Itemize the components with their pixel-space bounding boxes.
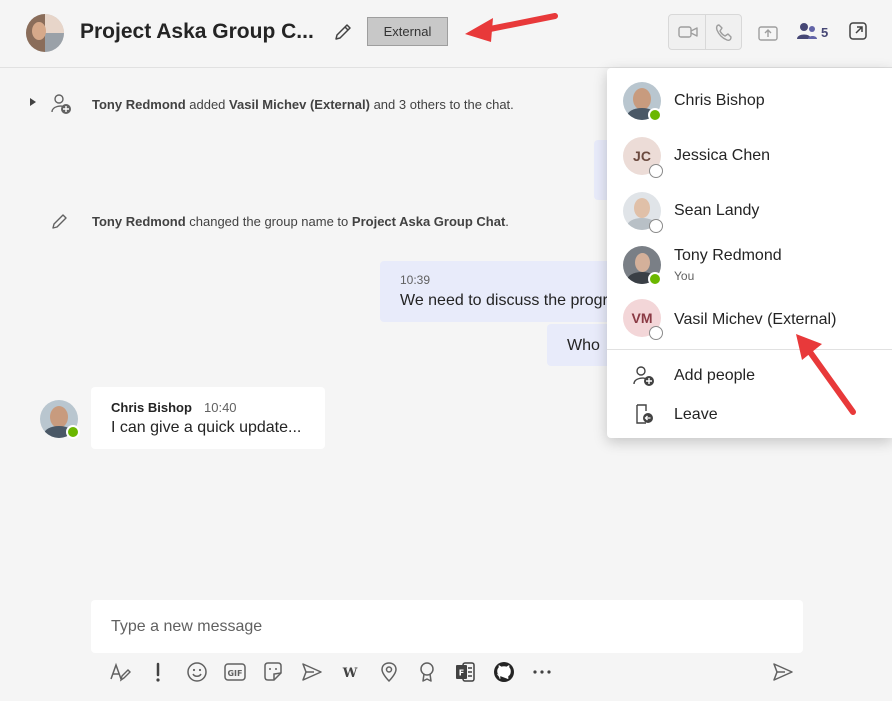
participants-button[interactable]: 5 [795,18,835,46]
group-avatar-face [32,22,46,40]
important-icon[interactable] [146,660,170,684]
add-people-icon[interactable] [633,365,655,387]
event-added-members: Tony Redmond added Vasil Michev (Externa… [92,97,514,112]
praise-icon[interactable] [415,660,439,684]
chat-title[interactable]: Project Aska Group C... [80,20,314,44]
event-verb: added [189,97,226,112]
presence-offline-icon [649,326,663,340]
more-options-icon[interactable] [530,660,554,684]
presence-offline-icon [649,219,663,233]
event-suffix: . [505,214,509,229]
share-screen-icon[interactable] [757,23,779,43]
call-button-group [668,14,742,50]
pop-out-icon[interactable] [847,20,869,42]
schedule-meeting-icon[interactable] [300,660,324,684]
participant-count: 5 [821,24,829,40]
rename-event-icon [52,214,67,229]
emoji-icon[interactable] [185,660,209,684]
svg-text:W: W [342,666,358,681]
call-group-divider [705,15,706,49]
message-text: I can give a quick update... [111,419,302,436]
group-avatar-segment [45,33,64,52]
people-icon [797,23,817,39]
video-call-icon[interactable] [677,22,699,42]
event-renamed-chat: Tony Redmond changed the group name to P… [92,214,509,229]
svg-text:F: F [459,669,464,678]
forms-icon[interactable]: F [453,660,477,684]
annotation-arrow-icon [796,334,856,415]
message-bubble-mine[interactable]: 10:39 We need to discuss the progress [380,261,620,322]
event-actor[interactable]: Tony Redmond [92,97,186,112]
avatar-face [635,253,650,272]
participant-row[interactable]: Tony Redmond You [607,240,892,292]
event-actor[interactable]: Tony Redmond [92,214,186,229]
sticker-icon[interactable] [261,660,285,684]
event-target[interactable]: Vasil Michev (External) [229,97,370,112]
wiki-icon[interactable]: W [338,660,362,684]
leave-icon[interactable] [633,403,655,425]
participant-name: Vasil Michev (External) [674,311,837,328]
participant-you-label: You [674,269,695,283]
group-avatar-segment [45,14,64,33]
presence-available-icon [66,425,80,439]
github-icon[interactable] [492,660,516,684]
leave-button[interactable]: Leave [674,406,718,424]
external-badge: External [367,17,448,46]
avatar-face [633,88,651,110]
message-sender[interactable]: Chris Bishop [111,400,192,415]
annotation-arrow-icon [465,13,558,42]
participant-name: Tony Redmond [674,247,782,264]
format-icon[interactable] [108,660,132,684]
message-time: 10:40 [204,400,237,415]
add-person-event-icon [51,94,71,114]
add-people-button[interactable]: Add people [674,367,755,385]
message-input[interactable] [91,600,803,653]
participant-row[interactable]: Sean Landy [607,186,892,238]
expand-caret-icon[interactable] [30,98,36,106]
presence-offline-icon [649,164,663,178]
participant-row[interactable]: JC Jessica Chen [607,131,892,183]
presence-available-icon [648,272,662,286]
event-suffix: and 3 others to the chat. [373,97,514,112]
group-chat-avatar[interactable] [26,14,64,52]
message-text: Who [567,337,600,354]
edit-name-icon[interactable] [332,21,354,43]
participant-name: Sean Landy [674,202,760,219]
message-time: 10:39 [400,273,431,287]
participant-name: Jessica Chen [674,147,771,164]
participant-name: Chris Bishop [674,92,765,109]
chat-header: Project Aska Group C... External 5 [0,0,892,68]
compose-box [91,600,803,653]
location-icon[interactable] [377,660,401,684]
audio-call-icon[interactable] [713,22,735,42]
send-icon[interactable] [771,660,795,684]
presence-available-icon [648,108,662,122]
event-new-name: Project Aska Group Chat [351,214,506,229]
event-verb: changed the group name to [189,214,349,229]
participant-row[interactable]: Chris Bishop [607,76,892,128]
gif-icon[interactable]: GIF [223,660,247,684]
message-bubble-other[interactable]: Chris Bishop 10:40 I can give a quick up… [91,387,325,449]
avatar-face [50,406,68,428]
avatar-face [634,198,650,218]
message-text: We need to discuss the progress [400,292,620,309]
svg-text:GIF: GIF [227,669,242,678]
